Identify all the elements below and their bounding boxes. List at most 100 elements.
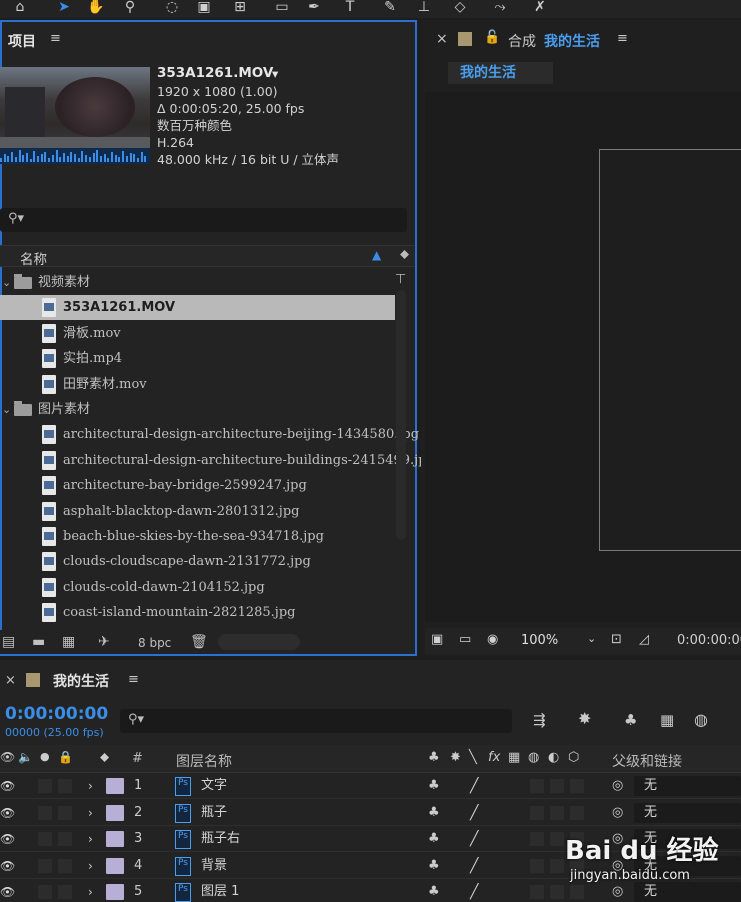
- project-panel-title[interactable]: 项目: [8, 31, 36, 51]
- composition-canvas[interactable]: [599, 149, 741, 551]
- file-row[interactable]: architecture-bay-bridge-2599247.jpg: [0, 473, 395, 498]
- folder-row[interactable]: ⌄ 视频素材: [0, 270, 395, 295]
- label-color-swatch[interactable]: [106, 778, 124, 794]
- lock-toggle[interactable]: [58, 885, 72, 899]
- file-row[interactable]: 田野素材.mov: [0, 372, 395, 397]
- solo-toggle[interactable]: [38, 779, 52, 793]
- new-folder-icon[interactable]: ▬: [32, 634, 45, 650]
- adjustment-toggle[interactable]: [550, 779, 564, 793]
- rectangle-tool-icon[interactable]: ▭: [270, 0, 294, 16]
- flowchart-icon[interactable]: ⊤: [395, 272, 406, 287]
- label-color-swatch[interactable]: [106, 884, 124, 900]
- lock-toggle[interactable]: [58, 858, 72, 873]
- solo-icon[interactable]: ●: [40, 750, 50, 763]
- timeline-menu-icon[interactable]: ≡: [128, 672, 139, 687]
- expand-chevron-icon[interactable]: ›: [88, 853, 93, 879]
- quality-slash-icon[interactable]: ╱: [470, 826, 478, 852]
- solo-toggle[interactable]: [38, 858, 52, 873]
- solo-toggle[interactable]: [38, 885, 52, 899]
- column-name-header[interactable]: 名称: [20, 248, 47, 268]
- motion-blur-icon[interactable]: ◍: [694, 710, 708, 729]
- adjustment-toggle[interactable]: [550, 805, 564, 820]
- file-row[interactable]: clouds-cold-dawn-2104152.jpg: [0, 575, 395, 600]
- pen-tool-icon[interactable]: ✒: [302, 0, 326, 16]
- frame-blending-icon[interactable]: ▦: [660, 711, 674, 729]
- timeline-close-icon[interactable]: ×: [5, 673, 16, 688]
- 3d-toggle[interactable]: [570, 779, 584, 793]
- selection-tool-icon[interactable]: ➤: [52, 0, 76, 16]
- file-row[interactable]: 滑板.mov: [0, 321, 395, 346]
- timeline-search-input[interactable]: ⚲▾: [120, 709, 512, 733]
- eraser-icon[interactable]: ◇: [448, 0, 472, 16]
- motion-blur-toggle[interactable]: [530, 885, 544, 899]
- hand-tool-icon[interactable]: ✋: [84, 0, 108, 16]
- quality-slash-icon[interactable]: ╱: [470, 853, 478, 879]
- shy-switch-icon[interactable]: ♣: [428, 853, 440, 879]
- file-row[interactable]: clouds-cloudscape-dawn-2131772.jpg: [0, 549, 395, 574]
- mask-icon[interactable]: ◉: [487, 632, 498, 647]
- visibility-eye-icon[interactable]: 👁: [0, 826, 15, 852]
- monitor-icon[interactable]: ▭: [459, 632, 471, 647]
- file-row[interactable]: 353A1261.MOV: [0, 295, 395, 321]
- zoom-tool-icon[interactable]: ⚲: [118, 0, 142, 16]
- composition-menu-icon[interactable]: ≡: [617, 31, 628, 46]
- render-icon[interactable]: ✈: [98, 634, 110, 650]
- label-color-swatch[interactable]: [106, 857, 124, 874]
- camera-tool-icon[interactable]: ▣: [192, 0, 216, 16]
- lock-icon[interactable]: 🔓: [484, 30, 500, 45]
- layer-name[interactable]: 背景: [201, 853, 227, 879]
- video-visibility-icon[interactable]: 👁: [0, 750, 15, 764]
- current-timecode[interactable]: 0:00:00:00: [5, 704, 108, 724]
- lock-column-icon[interactable]: 🔒: [58, 750, 73, 764]
- quality-slash-icon[interactable]: ╱: [470, 800, 478, 826]
- type-tool-icon[interactable]: T: [338, 0, 362, 16]
- roto-brush-icon[interactable]: ⤳: [488, 0, 512, 16]
- bpc-label[interactable]: 8 bpc: [138, 636, 171, 650]
- folder-row[interactable]: ⌄ 图片素材: [0, 397, 395, 422]
- audio-icon[interactable]: 🔈: [18, 750, 33, 764]
- draft-3d-icon[interactable]: ✸: [578, 709, 591, 728]
- motion-blur-toggle[interactable]: [530, 779, 544, 793]
- project-menu-icon[interactable]: ≡: [50, 31, 61, 46]
- label-tag-icon[interactable]: ⬥: [400, 247, 409, 262]
- shy-switch-icon[interactable]: ♣: [428, 826, 440, 852]
- visibility-eye-icon[interactable]: 👁: [0, 853, 15, 879]
- lock-toggle[interactable]: [58, 832, 72, 846]
- pan-behind-icon[interactable]: ⊞: [228, 0, 252, 16]
- motion-blur-toggle[interactable]: [530, 858, 544, 873]
- lock-toggle[interactable]: [58, 805, 72, 820]
- shy-layers-icon[interactable]: ♣: [624, 711, 637, 729]
- solo-toggle[interactable]: [38, 805, 52, 820]
- shy-switch-icon[interactable]: ♣: [428, 773, 440, 799]
- expand-chevron-icon[interactable]: ›: [88, 826, 93, 852]
- expand-chevron-icon[interactable]: ›: [88, 800, 93, 826]
- quality-slash-icon[interactable]: ╱: [470, 879, 478, 902]
- pickwhip-icon[interactable]: ◎: [612, 773, 623, 799]
- layer-name[interactable]: 瓶子右: [201, 826, 240, 852]
- footage-dropdown-icon[interactable]: ▾: [272, 65, 278, 82]
- expand-chevron-icon[interactable]: ›: [88, 773, 93, 799]
- home-icon[interactable]: ⌂: [8, 0, 32, 16]
- brush-tool-icon[interactable]: ✎: [378, 0, 402, 16]
- new-composition-icon[interactable]: ▦: [62, 634, 75, 650]
- expand-chevron-icon[interactable]: ›: [88, 879, 93, 902]
- label-column-icon[interactable]: ⬥: [100, 750, 109, 765]
- layer-row[interactable]: 👁 › 1 Ps 文字 ♣ ╱ ◎ 无: [0, 773, 741, 799]
- file-row[interactable]: 实拍.mp4: [0, 346, 395, 371]
- layer-name-column-header[interactable]: 图层名称: [176, 751, 232, 771]
- file-row[interactable]: coast-island-mountain-2821285.jpg: [0, 600, 395, 625]
- viewer-timecode[interactable]: 0:00:00:00: [677, 633, 741, 648]
- visibility-eye-icon[interactable]: 👁: [0, 773, 15, 799]
- trash-icon[interactable]: 🗑: [190, 634, 208, 650]
- project-scrollbar[interactable]: [396, 290, 406, 540]
- expand-chevron-icon[interactable]: ⌄: [2, 270, 11, 295]
- close-icon[interactable]: ×: [436, 31, 448, 47]
- label-color-swatch[interactable]: [106, 831, 124, 847]
- thumbnail-slider[interactable]: [218, 634, 300, 650]
- quality-slash-icon[interactable]: ╱: [470, 773, 478, 799]
- parent-select[interactable]: 无: [634, 802, 741, 823]
- magnification-icon[interactable]: ▣: [431, 632, 443, 647]
- project-search-input[interactable]: ⚲▾: [0, 208, 407, 232]
- rotate-tool-icon[interactable]: ◌: [160, 0, 184, 16]
- layer-name[interactable]: 瓶子: [201, 800, 227, 826]
